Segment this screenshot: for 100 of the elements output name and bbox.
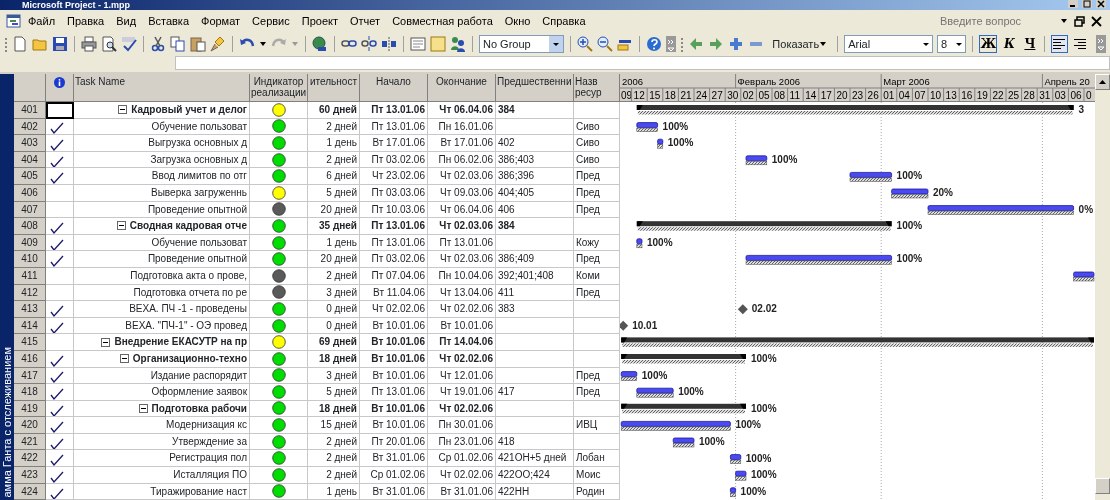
arrow-right-icon[interactable] <box>708 36 725 52</box>
menu-item[interactable]: Формат <box>195 10 247 32</box>
menu-item[interactable]: Файл <box>22 10 62 32</box>
indicator-cell[interactable] <box>46 284 74 302</box>
zoom-out-icon[interactable] <box>597 36 614 52</box>
task-bar[interactable] <box>620 371 638 381</box>
indicator-cell[interactable] <box>46 184 74 202</box>
printer-icon[interactable] <box>81 36 97 52</box>
milestone-marker[interactable] <box>737 304 748 315</box>
indicator-cell[interactable] <box>46 483 74 500</box>
task-bar[interactable] <box>636 238 643 249</box>
zoom-in-icon[interactable] <box>577 36 594 52</box>
task-bar[interactable] <box>620 421 731 431</box>
globe-icon[interactable] <box>312 36 328 52</box>
menu-item[interactable]: Отчет <box>344 10 387 32</box>
task-bar[interactable] <box>636 122 658 132</box>
indicator-cell[interactable] <box>46 267 74 285</box>
paste-icon[interactable] <box>190 36 206 52</box>
summary-bar[interactable] <box>621 354 746 364</box>
menu-item[interactable]: Сервис <box>246 10 296 32</box>
toolbar-grip-icon[interactable] <box>4 36 8 52</box>
column-header[interactable]: Окончание <box>428 74 496 102</box>
indicator-cell[interactable] <box>46 367 74 385</box>
close-icon[interactable] <box>1091 15 1102 27</box>
collapse-icon[interactable] <box>119 354 129 364</box>
menu-item[interactable]: Вставка <box>142 10 195 32</box>
format-button[interactable]: К <box>1001 35 1018 53</box>
menu-item[interactable]: Вид <box>110 10 143 32</box>
entry-field[interactable] <box>175 56 1110 70</box>
indicator-cell[interactable] <box>46 417 74 434</box>
task-bar[interactable] <box>672 437 695 448</box>
task-bar[interactable] <box>927 205 1074 215</box>
toolbar-overflow-icon[interactable] <box>1096 35 1107 53</box>
indicator-cell[interactable] <box>46 201 74 219</box>
menu-item[interactable]: Правка <box>61 10 111 32</box>
task-bar[interactable] <box>730 487 736 498</box>
task-bar[interactable] <box>745 255 892 265</box>
collapse-icon[interactable] <box>116 221 126 231</box>
indicator-cell[interactable] <box>46 384 74 401</box>
indicator-cell[interactable] <box>46 234 74 252</box>
unlink-icon[interactable] <box>361 36 377 52</box>
print-preview-icon[interactable] <box>101 36 117 52</box>
font-size-dropdown[interactable]: 8 <box>937 35 967 53</box>
toolbar-grip-icon[interactable] <box>680 36 685 52</box>
column-header[interactable]: Task Name <box>74 74 250 102</box>
indicator-cell[interactable] <box>46 135 74 152</box>
column-header[interactable]: Предшественни <box>496 74 574 102</box>
caret-icon[interactable] <box>1060 17 1068 25</box>
column-header[interactable]: Начало <box>360 74 428 102</box>
indicator-cell[interactable] <box>46 467 74 484</box>
format-button[interactable]: Ч <box>1021 35 1039 53</box>
task-bar[interactable] <box>1073 271 1095 282</box>
indicator-cell[interactable] <box>46 151 74 169</box>
task-bar[interactable] <box>730 454 742 464</box>
show-menu-button[interactable]: Показать <box>768 35 832 53</box>
close-icon[interactable] <box>1096 0 1106 8</box>
column-header[interactable]: ительност <box>308 74 360 102</box>
people-icon[interactable] <box>450 36 466 52</box>
summary-bar[interactable] <box>621 403 746 414</box>
summary-bar[interactable] <box>636 105 1074 115</box>
collapse-icon[interactable] <box>101 337 111 347</box>
group-dropdown[interactable]: No Group <box>479 35 565 53</box>
menu-item[interactable]: Проект <box>295 10 344 32</box>
menu-item[interactable]: Окно <box>498 10 537 32</box>
toolbar-overflow-icon[interactable] <box>666 36 677 52</box>
collapse-icon[interactable] <box>138 404 148 413</box>
indicator-cell[interactable] <box>46 218 74 235</box>
indicator-cell[interactable] <box>46 102 74 119</box>
indicator-cell[interactable] <box>46 317 74 335</box>
task-bar[interactable] <box>745 155 768 166</box>
spellcheck-icon[interactable] <box>121 36 137 52</box>
indicator-cell[interactable] <box>46 350 74 368</box>
indicator-cell[interactable] <box>46 168 74 185</box>
scrollbar-thumb[interactable] <box>1095 478 1110 494</box>
arrow-left-icon[interactable] <box>688 36 705 52</box>
plus-icon[interactable] <box>728 36 745 52</box>
task-bar[interactable] <box>849 172 892 182</box>
summary-bar[interactable] <box>636 221 892 231</box>
task-bar[interactable] <box>891 188 929 199</box>
indicator-cell[interactable] <box>46 301 74 318</box>
window-restore-icon[interactable] <box>1074 15 1085 27</box>
summary-bar[interactable] <box>621 337 1094 347</box>
save-icon[interactable] <box>52 36 68 52</box>
task-bar[interactable] <box>735 470 747 481</box>
new-document-icon[interactable] <box>12 36 28 52</box>
help-icon[interactable] <box>646 36 663 52</box>
font-dropdown[interactable]: Arial <box>844 35 934 53</box>
task-info-icon[interactable] <box>410 36 426 52</box>
menu-item[interactable]: Справка <box>536 10 592 32</box>
column-header[interactable]: Индикатор реализации <box>250 74 308 102</box>
task-bar[interactable] <box>636 387 674 398</box>
brush-icon[interactable] <box>210 36 226 52</box>
scrollbar[interactable] <box>1095 74 1110 500</box>
help-search-field[interactable]: Введите вопрос <box>938 11 1056 31</box>
scroll-up-icon[interactable] <box>1099 80 1106 84</box>
indicator-cell[interactable] <box>46 251 74 268</box>
collapse-icon[interactable] <box>118 105 128 115</box>
task-bar[interactable] <box>657 138 664 149</box>
indicator-cell[interactable] <box>46 433 74 451</box>
copy-icon[interactable] <box>170 36 186 52</box>
